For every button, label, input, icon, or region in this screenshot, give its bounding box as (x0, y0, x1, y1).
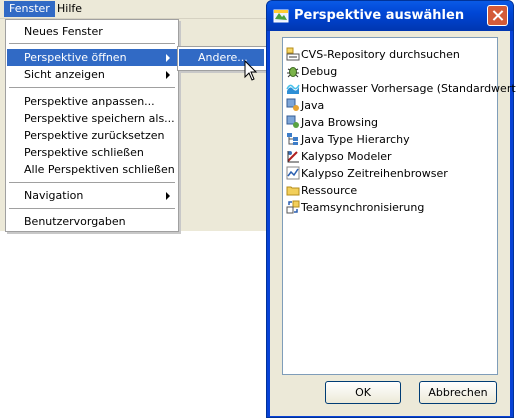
menu-item-label: Perspektive öffnen (24, 51, 127, 64)
menu-item-neues-fenster[interactable]: Neues Fenster (7, 23, 177, 40)
menu-separator (9, 208, 175, 209)
kalypso-modeler-icon (287, 151, 299, 163)
close-button[interactable] (487, 5, 508, 26)
menu-item-perspektive-schliessen[interactable]: Perspektive schließen (7, 144, 177, 161)
menu-item-sicht-anzeigen[interactable]: Sicht anzeigen (7, 66, 177, 83)
menu-item-perspektive-oeffnen[interactable]: Perspektive öffnen (7, 49, 177, 66)
menu-item-alle-perspektiven-schliessen[interactable]: Alle Perspektiven schließen (7, 161, 177, 178)
menu-separator (9, 182, 175, 183)
mouse-pointer-icon (244, 60, 258, 81)
menu-bar: Fenster Hilfe (0, 0, 270, 19)
java-icon (286, 98, 299, 111)
perspektive-dialog: Perspektive auswählen CVS-Repository dur… (266, 0, 516, 418)
type-hierarchy-icon (287, 133, 298, 145)
menu-hilfe[interactable]: Hilfe (52, 1, 87, 17)
menu-item-perspektive-speichern[interactable]: Perspektive speichern als... (7, 110, 177, 127)
dialog-title: Perspektive auswählen (294, 8, 465, 23)
debug-icon (287, 67, 299, 78)
menu-item-label: Sicht anzeigen (24, 68, 105, 81)
menu-separator (9, 87, 175, 88)
dialog-titlebar[interactable]: Perspektive auswählen (267, 1, 513, 31)
kalypso-timeseries-icon (286, 166, 300, 180)
perspective-icon (273, 9, 289, 23)
menu-item-label: Navigation (24, 189, 84, 202)
team-sync-icon (286, 200, 300, 214)
submenu-arrow-icon (166, 54, 170, 62)
menu-item-perspektive-anpassen[interactable]: Perspektive anpassen... (7, 93, 177, 110)
menu-item-perspektive-zuruecksetzen[interactable]: Perspektive zurücksetzen (7, 127, 177, 144)
menu-item-navigation[interactable]: Navigation (7, 187, 177, 204)
fenster-dropdown-menu: Neues Fenster Perspektive öffnen Sicht a… (5, 19, 179, 232)
submenu-arrow-icon (166, 71, 170, 79)
menu-separator (9, 43, 175, 44)
menu-fenster[interactable]: Fenster (4, 1, 55, 17)
folder-icon (286, 186, 300, 196)
submenu-arrow-icon (166, 192, 170, 200)
dialog-body: CVS-Repository durchsuchen Debug Hochwas… (270, 31, 516, 416)
flood-forecast-icon (286, 84, 300, 94)
cancel-button[interactable]: Abbrechen (419, 381, 497, 404)
perspective-list[interactable]: CVS-Repository durchsuchen Debug Hochwas… (282, 37, 516, 375)
menu-item-benutzervorgaben[interactable]: Benutzervorgaben (7, 213, 177, 230)
java-browsing-icon (286, 115, 299, 128)
ok-button[interactable]: OK (325, 381, 401, 404)
cvs-repository-icon (286, 47, 300, 61)
